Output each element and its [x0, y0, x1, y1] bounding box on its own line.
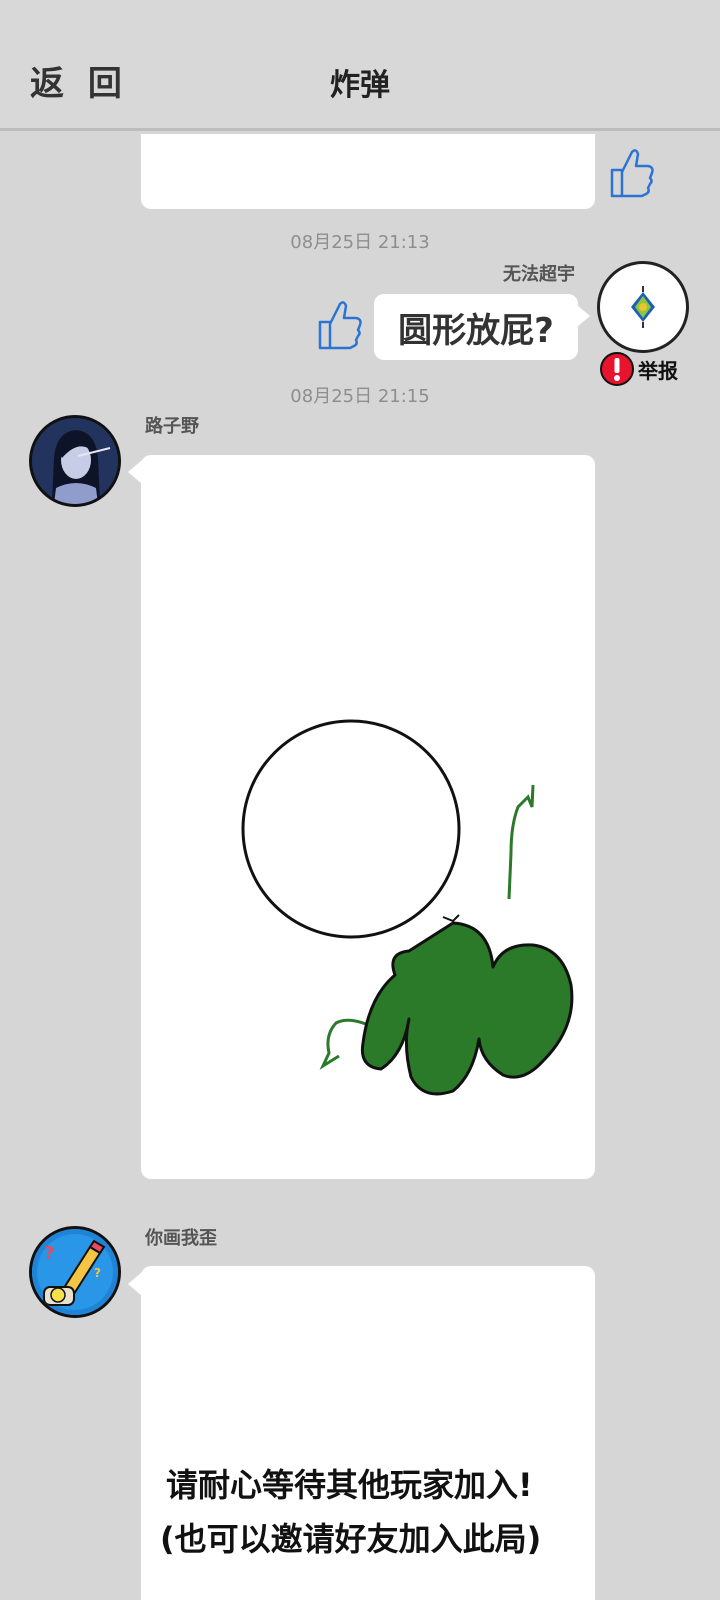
sender-name: 无法超宇 — [503, 264, 575, 285]
bubble-tail — [128, 1272, 142, 1296]
svg-text:?: ? — [44, 1243, 54, 1264]
report-label: 举报 — [638, 358, 678, 383]
thumbs-up-icon[interactable] — [312, 298, 362, 352]
avatar-pencil-icon: ? ? — [32, 1229, 118, 1315]
drawing-bubble[interactable] — [141, 455, 595, 1179]
previous-message-bubble — [141, 134, 595, 209]
timestamp: 08月25日 21:13 — [290, 232, 430, 253]
avatar-diamond-icon — [603, 267, 683, 347]
timestamp: 08月25日 21:15 — [290, 386, 430, 407]
bubble-tail — [576, 304, 590, 328]
thumbs-up-icon[interactable] — [604, 146, 654, 200]
svg-text:?: ? — [94, 1266, 101, 1280]
message-bubble[interactable]: 圆形放屁? — [374, 294, 578, 360]
chat-area[interactable]: 08月25日 21:13 无法超宇 圆形放屁? 举报 08月25日 21:15 — [0, 134, 720, 1600]
avatar-portrait-icon — [32, 418, 118, 504]
avatar[interactable] — [597, 261, 689, 353]
page-title: 炸弹 — [330, 68, 390, 103]
avatar[interactable] — [29, 415, 121, 507]
sender-name: 路子野 — [145, 416, 199, 437]
waiting-text-line2: (也可以邀请好友加入此局) — [160, 1520, 542, 1558]
waiting-text-line1: 请耐心等待其他玩家加入! — [166, 1466, 533, 1504]
header-bar: 返 回 炸弹 — [0, 0, 720, 131]
drawing-canvas — [241, 719, 574, 1096]
bubble-tail — [128, 460, 142, 484]
message-text: 圆形放屁? — [398, 310, 554, 351]
avatar[interactable]: ? ? — [29, 1226, 121, 1318]
sender-name: 你画我歪 — [145, 1228, 217, 1249]
